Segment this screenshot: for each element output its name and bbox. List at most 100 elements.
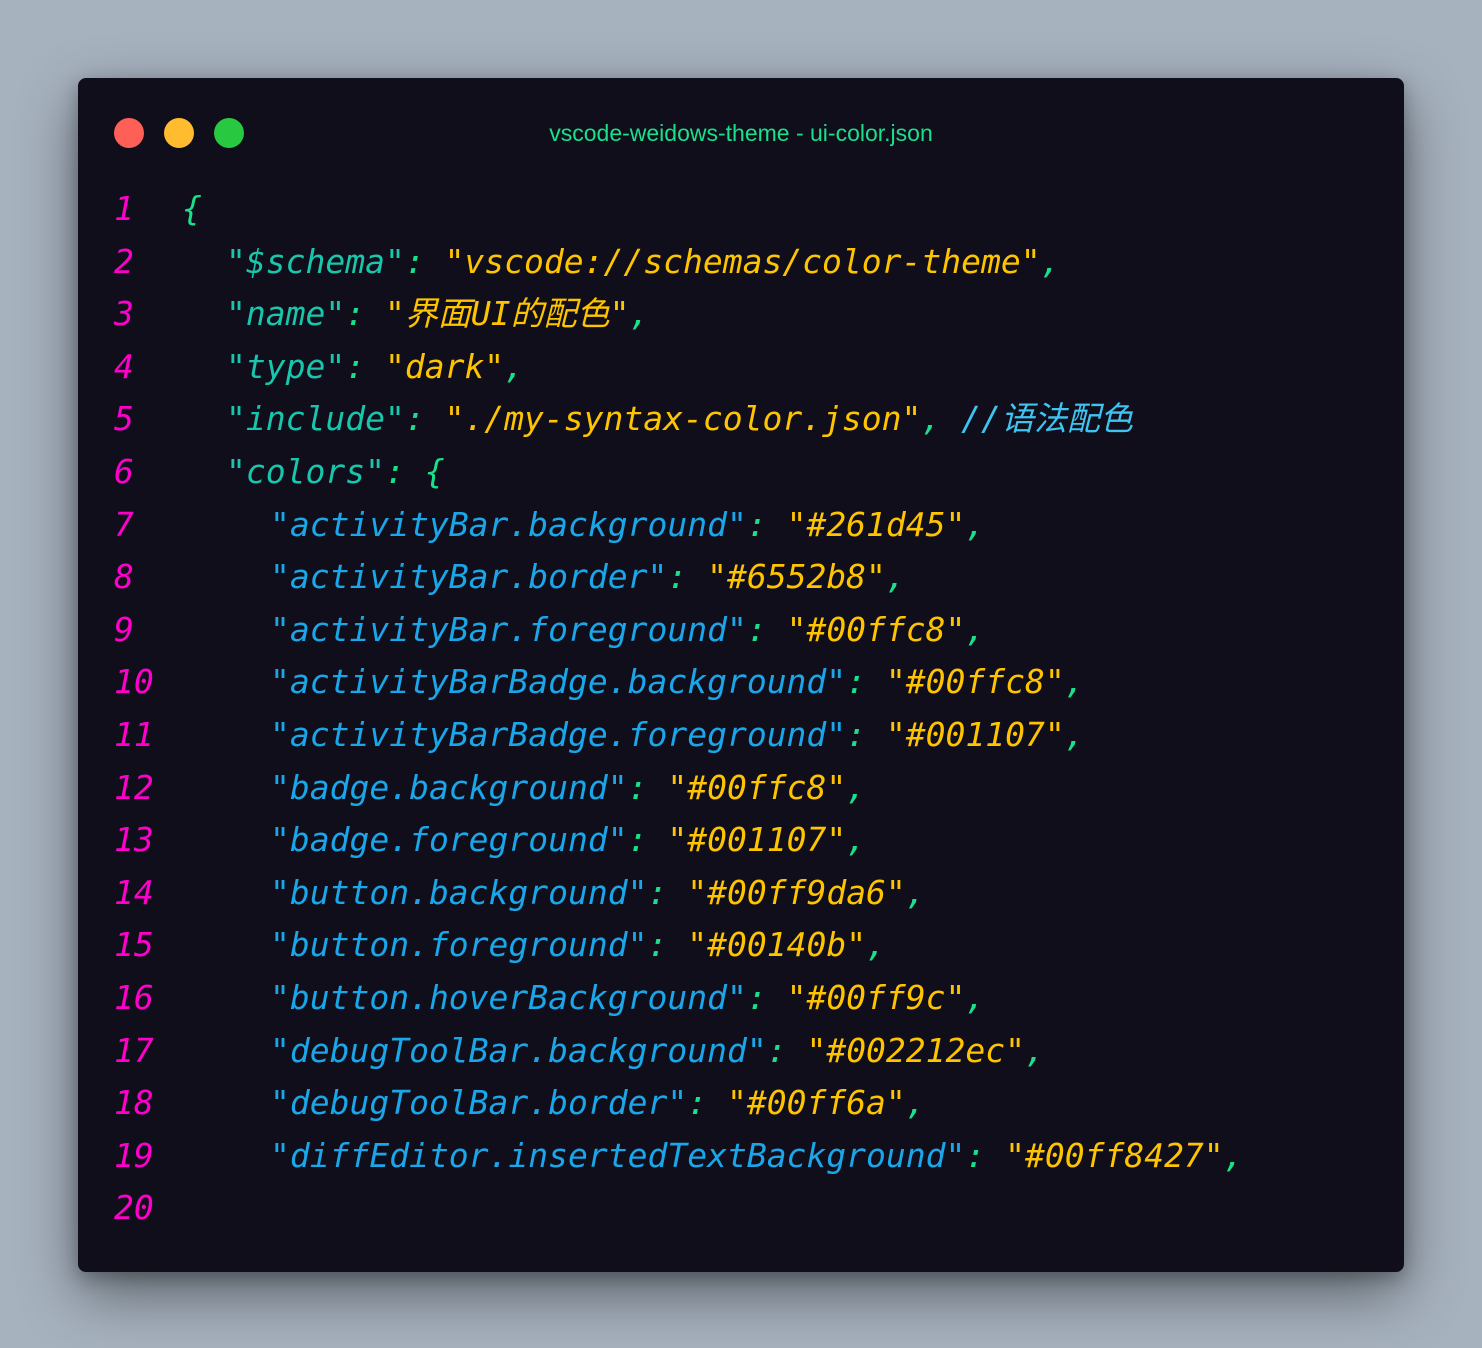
code-line: 19 "diffEditor.insertedTextBackground": "…: [78, 1130, 1404, 1183]
json-key: "colors": [226, 451, 385, 491]
json-key: "include": [226, 399, 405, 439]
punctuation: :: [766, 1030, 807, 1070]
punctuation: :: [746, 609, 787, 649]
code-line: 13 "badge.foreground": "#001107",: [78, 814, 1404, 867]
punctuation: ,: [846, 820, 867, 860]
punctuation: :: [345, 346, 385, 386]
json-key: "button.foreground": [270, 925, 648, 965]
json-key: "activityBar.background": [270, 504, 747, 544]
line-content: "badge.background": "#00ffc8",: [182, 762, 866, 815]
line-number: 14: [114, 872, 154, 912]
code-editor[interactable]: 1{2 "$schema": "vscode://schemas/color-th…: [78, 183, 1404, 1235]
punctuation: :: [627, 820, 668, 860]
line-number: 7: [114, 504, 134, 544]
line-content: "activityBarBadge.foreground": "#001107"…: [182, 709, 1085, 762]
code-line: 14 "button.background": "#00ff9da6",: [78, 867, 1404, 920]
line-content: "include": "./my-syntax-color.json", //语…: [182, 393, 1133, 446]
line-number: 15: [114, 925, 154, 965]
json-key: "button.background": [270, 872, 648, 912]
punctuation: :: [627, 767, 668, 807]
line-number: 18: [114, 1083, 154, 1123]
json-key: "badge.foreground": [270, 820, 628, 860]
line-number: 13: [114, 820, 154, 860]
json-string-value: "vscode://schemas/color-theme": [444, 241, 1041, 281]
line-number: 4: [114, 346, 134, 386]
json-key: "$schema": [226, 241, 405, 281]
punctuation: ,: [885, 557, 906, 597]
punctuation: ,: [846, 767, 867, 807]
punctuation: :: [965, 1135, 1006, 1175]
code-line: 8 "activityBar.border": "#6552b8",: [78, 551, 1404, 604]
json-key: "badge.background": [270, 767, 628, 807]
punctuation: :: [384, 451, 425, 491]
punctuation: ,: [905, 872, 926, 912]
json-string-value: "#00ffc8": [885, 662, 1065, 702]
punctuation: ,: [905, 1083, 926, 1123]
punctuation: :: [404, 241, 445, 281]
line-number: 2: [114, 241, 134, 281]
code-line: 2 "$schema": "vscode://schemas/color-them…: [78, 236, 1404, 289]
code-line: 1{: [78, 183, 1404, 236]
punctuation: ,: [965, 504, 986, 544]
json-string-value: "#00ff8427": [1005, 1135, 1224, 1175]
punctuation: ,: [1064, 662, 1085, 702]
json-key: "name": [226, 294, 346, 334]
code-line: 10 "activityBarBadge.background": "#00ffc…: [78, 656, 1404, 709]
code-comment: //语法配色: [961, 399, 1133, 439]
punctuation: ,: [1025, 1030, 1045, 1070]
line-content: "button.foreground": "#00140b",: [182, 919, 886, 972]
code-line: 12 "badge.background": "#00ffc8",: [78, 762, 1404, 815]
code-window: vscode-weidows-theme - ui-color.json 1{2…: [78, 78, 1404, 1272]
punctuation: :: [746, 977, 787, 1017]
json-string-value: "#001107": [667, 820, 847, 860]
line-number: 12: [114, 767, 154, 807]
punctuation: ,: [1040, 241, 1061, 281]
line-content: "name": "界面UI的配色",: [182, 288, 649, 341]
json-string-value: "#00ffc8": [667, 767, 847, 807]
code-line: 18 "debugToolBar.border": "#00ff6a",: [78, 1077, 1404, 1130]
line-content: "$schema": "vscode://schemas/color-theme…: [182, 236, 1060, 289]
punctuation: :: [846, 662, 886, 702]
line-content: "colors": {: [182, 446, 445, 499]
line-content: "activityBar.border": "#6552b8",: [182, 551, 906, 604]
code-line: 6 "colors": {: [78, 446, 1404, 499]
line-content: "badge.foreground": "#001107",: [182, 814, 866, 867]
punctuation: ,: [629, 294, 650, 334]
json-string-value: "#261d45": [786, 504, 966, 544]
punctuation: ,: [866, 925, 886, 965]
line-number: 1: [114, 189, 134, 228]
json-string-value: "#001107": [885, 714, 1065, 754]
line-content: "activityBarBadge.background": "#00ffc8"…: [182, 656, 1085, 709]
json-key: "diffEditor.insertedTextBackground": [270, 1135, 966, 1175]
code-line: 20: [78, 1182, 1404, 1235]
line-content: "button.background": "#00ff9da6",: [182, 867, 926, 920]
code-line: 5 "include": "./my-syntax-color.json", //…: [78, 393, 1404, 446]
json-string-value: "#002212ec": [806, 1030, 1025, 1070]
line-number: 19: [114, 1135, 154, 1175]
json-string-value: "./my-syntax-color.json": [444, 399, 922, 439]
json-string-value: "#00ffc8": [786, 609, 966, 649]
json-string-value: "#00ff9da6": [687, 872, 906, 912]
line-number: 3: [114, 294, 134, 334]
line-content: "type": "dark",: [182, 341, 524, 394]
json-string-value: "dark": [384, 346, 505, 386]
punctuation: :: [746, 504, 787, 544]
punctuation: ,: [1064, 714, 1085, 754]
json-string-value: "#00ff6a": [726, 1083, 906, 1123]
json-key: "debugToolBar.border": [270, 1083, 688, 1123]
json-key: "activityBar.border": [270, 557, 668, 597]
line-content: "diffEditor.insertedTextBackground": "#0…: [182, 1130, 1244, 1183]
line-number: 17: [114, 1030, 154, 1070]
punctuation: :: [404, 399, 445, 439]
json-string-value: "#6552b8": [707, 557, 886, 597]
punctuation: :: [647, 872, 688, 912]
line-number: 10: [114, 662, 154, 702]
json-string-value: "界面UI的配色": [384, 294, 630, 334]
json-key: "debugToolBar.background": [270, 1030, 767, 1070]
brace: {: [182, 189, 202, 228]
code-line: 17 "debugToolBar.background": "#002212ec"…: [78, 1025, 1404, 1078]
line-content: "activityBar.foreground": "#00ffc8",: [182, 604, 985, 657]
punctuation: :: [667, 557, 708, 597]
json-key: "activityBar.foreground": [270, 609, 747, 649]
line-content: "activityBar.background": "#261d45",: [182, 499, 985, 552]
